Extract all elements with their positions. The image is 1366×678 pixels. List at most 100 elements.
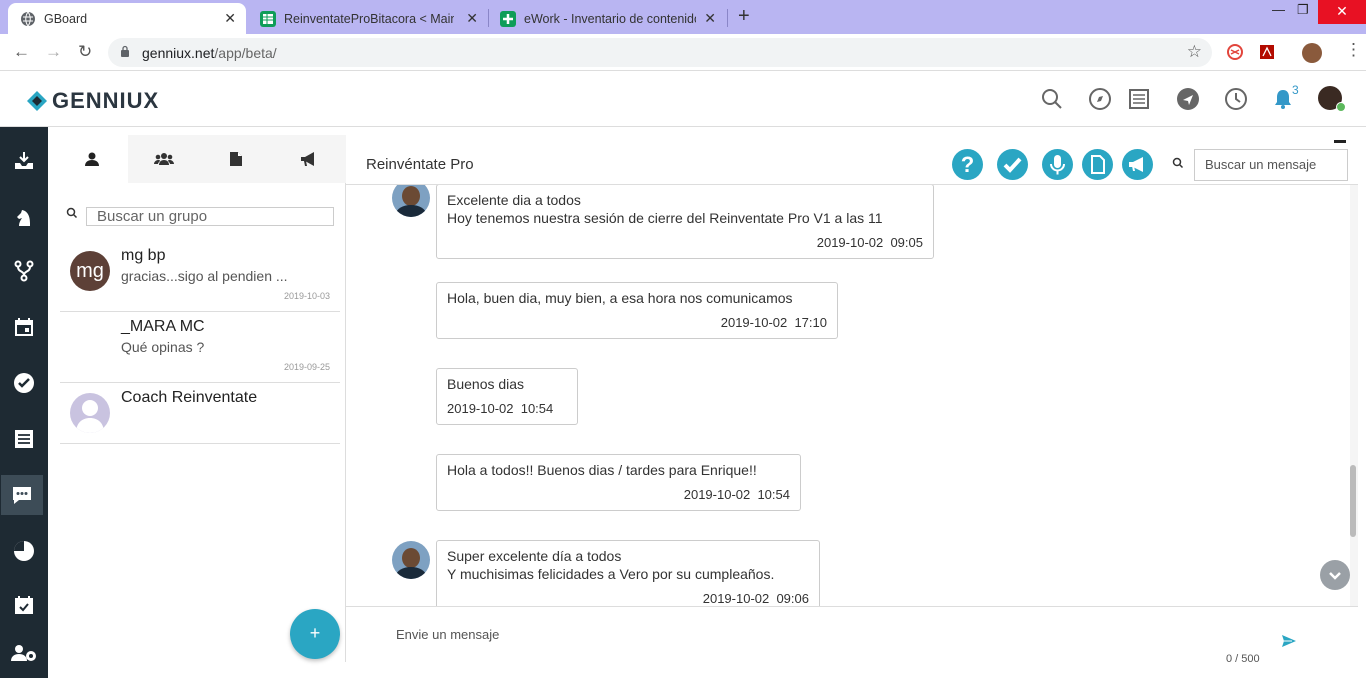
lock-icon <box>121 45 129 57</box>
megaphone-icon <box>1129 157 1143 172</box>
inbox-download-icon <box>15 152 33 169</box>
tab-title: ReinventateProBitacora < Main < <box>284 11 454 26</box>
help-button[interactable]: ? <box>952 149 983 180</box>
list-document-icon <box>15 430 33 448</box>
bookmark-star-icon[interactable]: ☆ <box>1187 42 1202 62</box>
message-scrollbar[interactable] <box>1350 185 1358 606</box>
sheets-plus-icon <box>500 10 516 27</box>
history-clock-icon[interactable] <box>1224 87 1248 111</box>
chat-title: Reinvéntate Pro <box>366 156 474 173</box>
message-search-input[interactable]: Buscar un mensaje <box>1194 149 1348 181</box>
close-tab-icon[interactable]: ✕ <box>704 10 716 27</box>
group-name: _MARA MC <box>121 318 205 335</box>
scrollbar-thumb[interactable] <box>1350 465 1356 537</box>
sender-avatar <box>392 185 430 217</box>
browser-tab-bitacora[interactable]: ReinventateProBitacora < Main < ✕ <box>248 3 488 34</box>
nav-users-settings[interactable] <box>0 633 48 673</box>
nav-knight[interactable] <box>0 197 48 237</box>
message-list: Excelente dia a todos Hoy tenemos nuestr… <box>346 185 1358 606</box>
browser-tab-ework[interactable]: eWork - Inventario de contenido ✕ <box>488 3 726 34</box>
url-field[interactable]: genniux.net/app/beta/ ☆ <box>108 38 1212 67</box>
group-item-coach-reinventate[interactable]: Coach Reinventate <box>60 383 340 444</box>
document-button[interactable] <box>1082 149 1113 180</box>
profile-avatar[interactable] <box>1302 43 1322 63</box>
nav-inbox-download[interactable] <box>0 141 48 181</box>
voice-button[interactable] <box>1042 149 1073 180</box>
message-bubble: Super excelente día a todos Y muchisimas… <box>436 540 820 606</box>
document-icon <box>1091 155 1105 174</box>
group-last-message: gracias...sigo al pendien ... <box>121 268 288 284</box>
url-text: genniux.net/app/beta/ <box>142 45 277 61</box>
extension-icon[interactable] <box>1226 43 1244 61</box>
tasks-button[interactable] <box>997 149 1028 180</box>
chat-bubble-icon <box>13 487 31 504</box>
close-window-icon[interactable]: ✕ <box>1318 0 1366 24</box>
message-composer: Envie un mensaje 0 / 500 <box>346 606 1358 665</box>
chess-knight-icon <box>17 210 30 226</box>
nav-branch[interactable] <box>0 251 48 291</box>
search-icon[interactable] <box>1040 87 1064 111</box>
avatar <box>70 393 110 433</box>
nav-reports[interactable] <box>0 531 48 571</box>
nav-notes[interactable] <box>0 419 48 459</box>
group-last-message: Qué opinas ? <box>121 339 205 355</box>
back-icon[interactable]: ← <box>13 42 30 62</box>
search-icon <box>1172 157 1184 169</box>
browser-menu-icon[interactable]: ⋮ <box>1345 40 1362 60</box>
nav-schedule[interactable] <box>0 585 48 625</box>
group-item-mara-mc[interactable]: _MARA MC Qué opinas ? 2019-09-25 <box>60 312 340 383</box>
message-bubble: Hola, buen dia, muy bien, a esa hora nos… <box>436 282 838 339</box>
group-item-mg-bp[interactable]: mg mg bp gracias...sigo al pendien ... 2… <box>60 241 340 312</box>
restore-window-icon[interactable]: ❐ <box>1297 2 1309 18</box>
nav-chat[interactable] <box>1 475 43 515</box>
tab-title: GBoard <box>44 11 88 26</box>
user-icon <box>85 152 99 166</box>
forward-icon[interactable]: → <box>45 42 62 62</box>
navigation-icon[interactable] <box>1176 87 1200 111</box>
message-time: 2019-10-02 09:06 <box>702 591 809 606</box>
announce-button[interactable] <box>1122 149 1153 180</box>
reload-icon[interactable]: ↻ <box>78 42 92 62</box>
group-date: 2019-09-25 <box>283 362 330 372</box>
compass-icon[interactable] <box>1088 87 1112 111</box>
add-group-button[interactable]: + <box>290 609 340 659</box>
calendar-check-icon <box>15 596 33 614</box>
minimize-window-icon[interactable]: — <box>1272 2 1285 17</box>
pie-chart-icon <box>14 541 34 561</box>
question-icon: ? <box>961 152 974 177</box>
check-circle-icon <box>14 373 34 393</box>
message-input[interactable]: Envie un mensaje <box>396 627 499 642</box>
nav-calendar[interactable] <box>0 307 48 347</box>
file-icon <box>230 152 242 166</box>
online-status-dot <box>1336 102 1346 112</box>
checkmark-icon <box>1003 157 1022 173</box>
browser-tab-gboard[interactable]: GBoard ✕ <box>8 3 246 34</box>
tab-groups[interactable] <box>128 135 200 183</box>
default-user-icon <box>76 400 104 433</box>
nav-tasks[interactable] <box>0 363 48 403</box>
tab-contacts[interactable] <box>56 135 128 183</box>
chat-header: Reinvéntate Pro ? Buscar un mensaje <box>346 135 1358 185</box>
app-header: GENNIUX 3 <box>0 71 1366 127</box>
newspaper-icon[interactable] <box>1127 87 1151 111</box>
new-tab-icon[interactable]: + <box>738 5 750 28</box>
group-name: Coach Reinventate <box>121 389 258 406</box>
send-icon[interactable] <box>1281 634 1297 648</box>
globe-icon <box>20 11 36 27</box>
tab-documents[interactable] <box>200 135 272 183</box>
char-counter: 0 / 500 <box>1226 653 1260 665</box>
user-avatar[interactable] <box>1318 86 1346 112</box>
sender-avatar <box>392 541 430 579</box>
genniux-logo[interactable]: GENNIUX <box>26 88 159 114</box>
minimize-chat-icon[interactable] <box>1334 140 1346 143</box>
group-search-input[interactable]: Buscar un grupo <box>86 207 334 226</box>
tab-announcements[interactable] <box>272 135 346 183</box>
notification-badge: 3 <box>1292 83 1299 97</box>
scroll-to-bottom-button[interactable] <box>1320 560 1350 590</box>
svg-text:?: ? <box>961 152 974 177</box>
users-gear-icon <box>11 645 36 661</box>
avatar: mg <box>70 251 110 291</box>
close-tab-icon[interactable]: ✕ <box>466 10 478 27</box>
close-tab-icon[interactable]: ✕ <box>224 10 236 27</box>
pdf-extension-icon[interactable] <box>1258 43 1276 61</box>
